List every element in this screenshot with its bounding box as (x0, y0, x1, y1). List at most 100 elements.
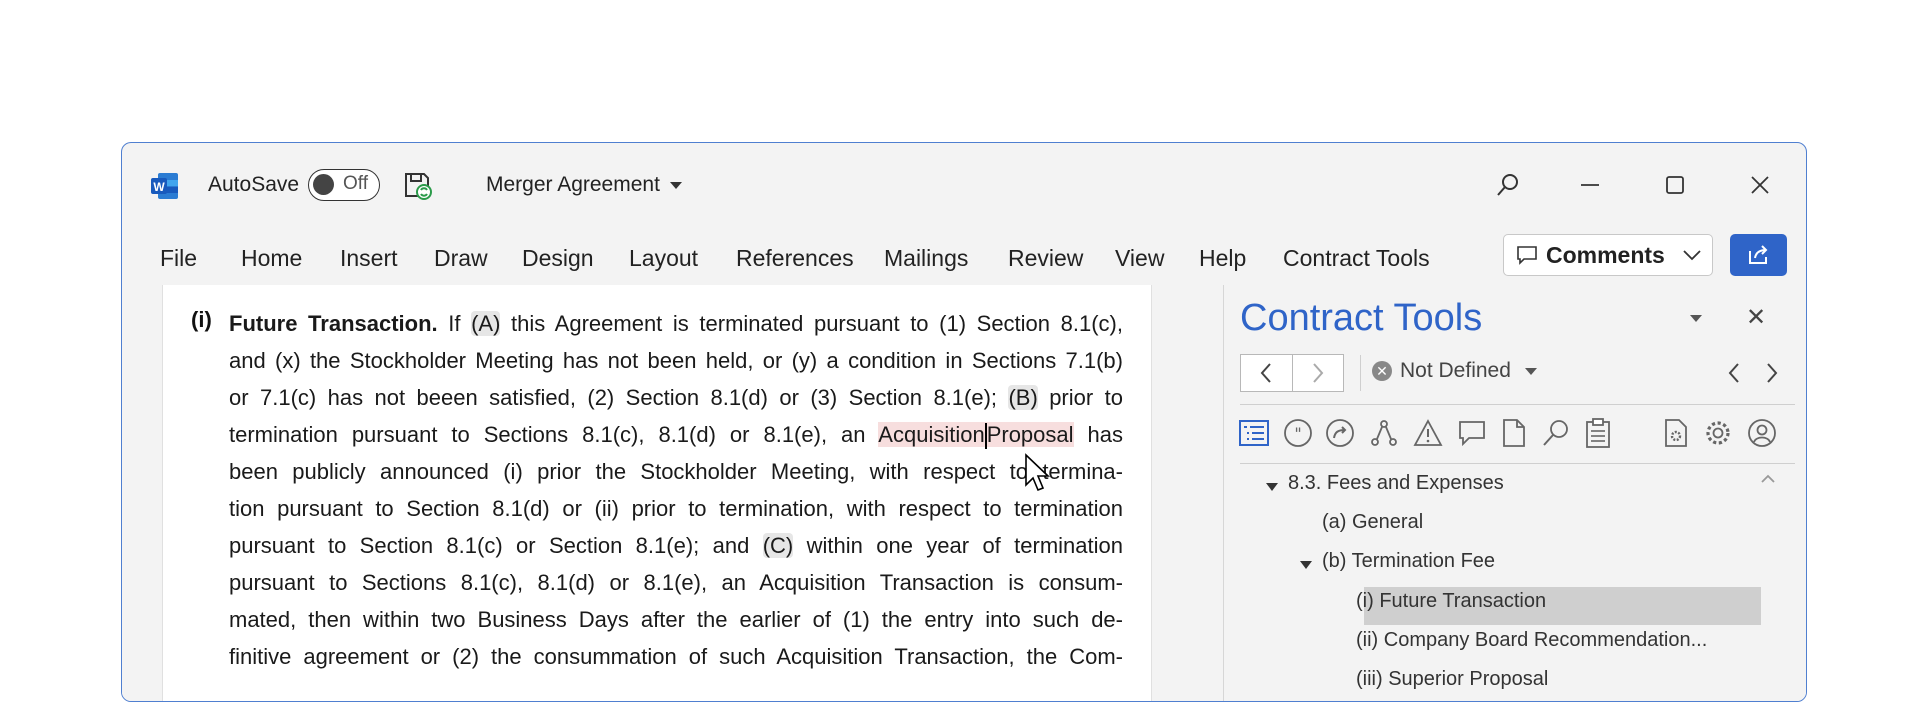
save-sync-icon[interactable] (402, 170, 434, 202)
chevron-right-icon (1313, 363, 1324, 383)
tab-file[interactable]: File (160, 245, 197, 272)
hierarchy-icon (1371, 420, 1397, 446)
text-run: or 7.1(c) has not beeen satisfied, (2) S… (229, 385, 1009, 410)
tab-references[interactable]: References (736, 245, 854, 272)
tab-help[interactable]: Help (1199, 245, 1246, 272)
text-run: this Agreement is terminated pursuant to… (500, 311, 1123, 336)
search-icon (1497, 174, 1518, 196)
reference-tool-button[interactable] (1324, 417, 1356, 449)
text-run: Proposal (986, 422, 1074, 447)
clipboard-icon (1586, 418, 1610, 448)
tab-home[interactable]: Home (241, 245, 302, 272)
clause-heading: Future Transaction. (229, 311, 438, 336)
close-button[interactable] (1740, 165, 1780, 205)
back-button[interactable] (1241, 355, 1292, 391)
prev-item-icon[interactable] (1726, 361, 1742, 385)
text-run: Acquisition (878, 422, 985, 447)
quote-tool-button[interactable]: " (1282, 417, 1314, 449)
comments-button[interactable]: Comments (1503, 234, 1713, 276)
tab-design[interactable]: Design (522, 245, 594, 272)
comments-tool-button[interactable] (1456, 417, 1488, 449)
document-page[interactable]: (i) Future Transaction. If (A) this Agre… (162, 285, 1152, 701)
tree-item-board-recommendation[interactable]: (ii) Company Board Recommendation... (1356, 629, 1707, 652)
speech-bubble-icon (1459, 421, 1485, 447)
settings-button[interactable] (1702, 417, 1734, 449)
text-line: termination pursuant to Sections 8.1(c),… (229, 416, 1123, 453)
search-button[interactable] (1488, 165, 1528, 205)
document-title-dropdown[interactable]: Merger Agreement (486, 173, 682, 197)
document-title: Merger Agreement (486, 173, 660, 196)
expand-triangle-icon[interactable] (1300, 561, 1312, 569)
quote-icon: " (1284, 419, 1312, 447)
text-line: pursuant to Section 8.1(c) or Section 8.… (229, 527, 1123, 564)
pane-title: Contract Tools (1240, 297, 1483, 339)
maximize-button[interactable] (1655, 165, 1695, 205)
highlighted-term[interactable]: AcquisitionProposal (878, 422, 1074, 450)
autosave-label: AutoSave (208, 173, 300, 196)
share-button[interactable] (1730, 234, 1787, 276)
chevron-down-icon (669, 181, 682, 189)
text-run: prior to (1037, 385, 1123, 410)
tree-item-general[interactable]: (a) General (1322, 511, 1423, 534)
outline-tool-button[interactable] (1238, 417, 1270, 449)
autosave-toggle[interactable]: Off (308, 169, 380, 201)
tab-insert[interactable]: Insert (340, 245, 398, 272)
document-tool-button[interactable] (1498, 417, 1530, 449)
reference-icon (1326, 419, 1354, 447)
expand-triangle-icon[interactable] (1266, 483, 1278, 491)
text-run: within one year of termination (793, 533, 1123, 558)
variable-marker-b[interactable]: (B) (1008, 385, 1038, 410)
warning-icon (1413, 419, 1443, 446)
document-icon (1503, 419, 1525, 447)
clipboard-tool-button[interactable] (1582, 417, 1614, 449)
status-dropdown[interactable]: ✕ Not Defined (1372, 359, 1537, 383)
divider (1240, 404, 1795, 405)
doc-settings-tool-button[interactable] (1660, 417, 1692, 449)
variable-marker-c[interactable]: (C) (762, 533, 794, 558)
status-x-icon: ✕ (1372, 361, 1392, 381)
tree-item-fees-expenses[interactable]: 8.3. Fees and Expenses (1288, 472, 1504, 495)
chevron-up-icon[interactable] (1760, 473, 1776, 485)
minimize-button[interactable] (1570, 165, 1610, 205)
tree-item-future-transaction[interactable]: (i) Future Transaction (1356, 590, 1546, 613)
structure-tool-button[interactable] (1368, 417, 1400, 449)
tab-contract-tools[interactable]: Contract Tools (1283, 245, 1430, 272)
search-icon (1543, 420, 1568, 446)
document-area: (i) Future Transaction. If (A) this Agre… (122, 285, 1157, 701)
document-gear-icon (1665, 419, 1687, 447)
paragraph-text[interactable]: Future Transaction. If (A) this Agreemen… (229, 305, 1123, 675)
paragraph-number: (i) (191, 307, 212, 332)
outline-icon (1239, 420, 1269, 446)
chevron-down-icon (1683, 250, 1701, 261)
text-run: termination pursuant to Sections 8.1(c),… (229, 422, 879, 447)
forward-button[interactable] (1291, 355, 1344, 391)
account-button[interactable] (1746, 417, 1778, 449)
svg-text:": " (1294, 424, 1301, 443)
share-icon (1748, 245, 1767, 264)
tab-mailings[interactable]: Mailings (884, 245, 968, 272)
text-line: or 7.1(c) has not beeen satisfied, (2) S… (229, 379, 1123, 416)
warnings-tool-button[interactable] (1412, 417, 1444, 449)
comment-icon (1517, 246, 1537, 265)
text-line: tion pursuant to Section 8.1(d) or (ii) … (229, 496, 1123, 521)
tree-item-termination-fee[interactable]: (b) Termination Fee (1322, 550, 1495, 573)
tab-layout[interactable]: Layout (629, 245, 698, 272)
text-line: pursuant to Sections 8.1(c), 8.1(d) or 8… (229, 570, 1123, 595)
pane-options-icon[interactable] (1690, 315, 1702, 322)
text-line: and (x) the Stockholder Meeting has not … (229, 348, 1123, 373)
word-window: W AutoSave Off Merger Agreement File Hom… (121, 142, 1807, 702)
text-line: finitive agreement or (2) the consummati… (229, 644, 1123, 669)
text-line: been publicly announced (i) prior the St… (229, 459, 1123, 484)
pane-close-button[interactable]: ✕ (1746, 303, 1766, 332)
next-item-icon[interactable] (1764, 361, 1780, 385)
variable-marker-a[interactable]: (A) (471, 311, 501, 336)
tab-review[interactable]: Review (1008, 245, 1083, 272)
text-line: Future Transaction. If (A) this Agreemen… (229, 305, 1123, 342)
search-tool-button[interactable] (1540, 417, 1572, 449)
mouse-pointer-icon (1025, 453, 1050, 492)
history-nav (1240, 354, 1344, 392)
status-label: Not Defined (1400, 359, 1511, 382)
tab-view[interactable]: View (1115, 245, 1164, 272)
tab-draw[interactable]: Draw (434, 245, 488, 272)
text-run: pursuant to Section 8.1(c) or Section 8.… (229, 533, 763, 558)
